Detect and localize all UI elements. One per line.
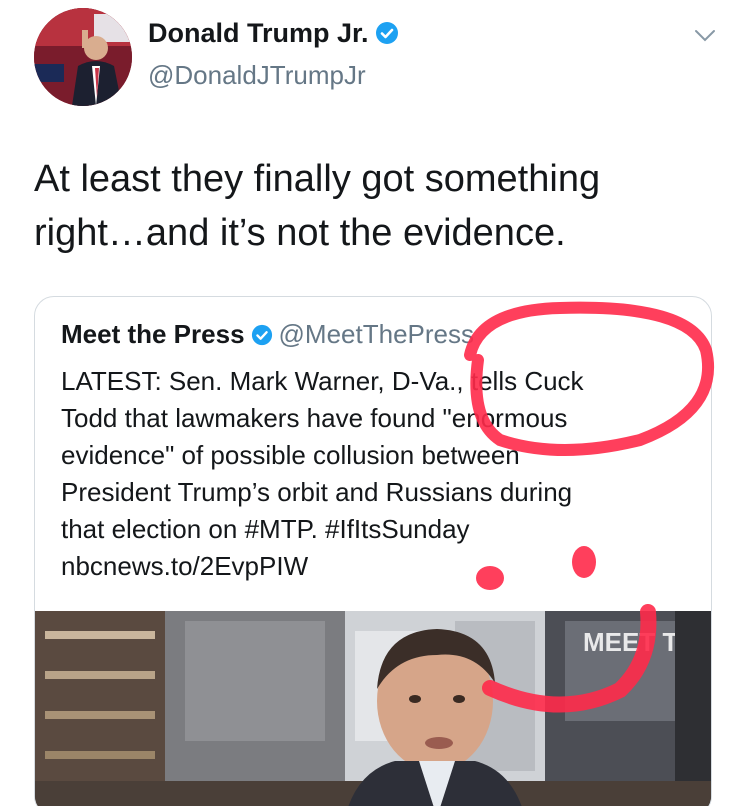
- author-name-text[interactable]: Donald Trump Jr.: [148, 18, 369, 48]
- chevron-down-icon[interactable]: [694, 28, 716, 44]
- quoted-link[interactable]: nbcnews.to/2EvpPIW: [61, 548, 691, 585]
- author-handle[interactable]: @DonaldJTrumpJr: [148, 60, 366, 91]
- quoted-tweet-header: Meet the Press @MeetThePress: [61, 319, 474, 353]
- quoted-tweet-text: LATEST: Sen. Mark Warner, D-Va., tells C…: [61, 363, 691, 585]
- quoted-text-line: LATEST: Sen. Mark Warner, D-Va., tells C…: [61, 366, 584, 396]
- tweet-text: At least they finally got something righ…: [34, 158, 601, 254]
- quoted-tweet-card[interactable]: Meet the Press @MeetThePress LATEST: Sen.…: [34, 296, 712, 806]
- author-name[interactable]: Donald Trump Jr.: [148, 18, 399, 52]
- quoted-author-name[interactable]: Meet the Press: [61, 319, 245, 349]
- quoted-tweet-image[interactable]: MEET THE PRESS: [35, 611, 711, 806]
- quoted-author-handle[interactable]: @MeetThePress: [279, 319, 474, 349]
- quoted-text-line: Todd that lawmakers have found "enormous: [61, 403, 568, 433]
- author-avatar[interactable]: [34, 8, 132, 106]
- quoted-text-line: that election on #MTP. #IfItsSunday: [61, 514, 470, 544]
- verified-badge-icon: [375, 21, 399, 52]
- quoted-text-line: President Trump’s orbit and Russians dur…: [61, 477, 573, 507]
- quoted-text-line: evidence" of possible collusion between: [61, 440, 520, 470]
- verified-badge-icon: [251, 322, 273, 353]
